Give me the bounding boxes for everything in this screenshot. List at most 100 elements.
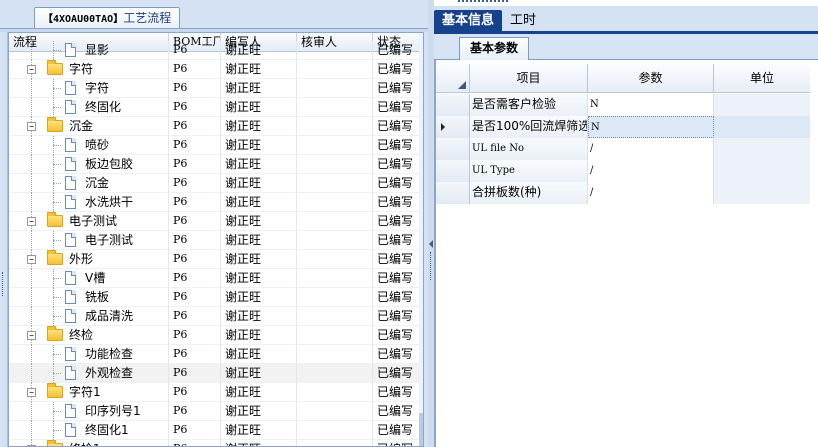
tree-row[interactable]: − 终检 P6 谢正旺 已编写 bbox=[9, 326, 419, 345]
tree-node[interactable]: 板边包胶 bbox=[9, 155, 169, 174]
tree-row[interactable]: 功能检查 P6 谢正旺 已编写 bbox=[9, 345, 419, 364]
tree-row[interactable]: 电子测试 P6 谢正旺 已编写 bbox=[9, 231, 419, 250]
writer-cell: 谢正旺 bbox=[221, 60, 297, 79]
parameter-unit-cell[interactable] bbox=[714, 94, 810, 116]
tree-node[interactable]: 字符 bbox=[9, 79, 169, 98]
tree-connector bbox=[53, 316, 61, 317]
tree-row[interactable]: 沉金 P6 谢正旺 已编写 bbox=[9, 174, 419, 193]
tree-node[interactable]: − 外形 bbox=[9, 250, 169, 269]
tree-row[interactable]: 板边包胶 P6 谢正旺 已编写 bbox=[9, 155, 419, 174]
bom-factory-cell: P6 bbox=[169, 269, 221, 288]
process-flow-tab[interactable]: 【4XOAU00TAO】工艺流程 bbox=[34, 7, 181, 29]
collapse-toggle-icon[interactable]: − bbox=[27, 122, 36, 131]
parameter-row[interactable]: 是否100%回流焊筛选 N bbox=[436, 116, 810, 138]
process-flow-panel: 【4XOAU00TAO】工艺流程 流程 BOM工厂 编写人 核审人 状态 显影 P… bbox=[0, 0, 428, 447]
left-splitter[interactable] bbox=[0, 32, 8, 447]
bom-factory-cell: P6 bbox=[169, 231, 221, 250]
tree-node[interactable]: −终检1 bbox=[9, 440, 169, 446]
tree-node[interactable]: 喷砂 bbox=[9, 136, 169, 155]
tree-row[interactable]: 成品清洗 P6 谢正旺 已编写 bbox=[9, 307, 419, 326]
parameter-row[interactable]: 合拼板数(种) / bbox=[436, 182, 810, 204]
tree-row[interactable]: − 沉金 P6 谢正旺 已编写 bbox=[9, 117, 419, 136]
tab-basic-info[interactable]: 基本信息 bbox=[434, 10, 503, 31]
column-header-item[interactable]: 项目 bbox=[470, 64, 588, 93]
tree-row[interactable]: 显影 P6 谢正旺 已编写 bbox=[9, 41, 419, 60]
grid-corner[interactable] bbox=[436, 64, 470, 93]
collapse-toggle-icon[interactable]: − bbox=[27, 217, 36, 226]
tree-row[interactable]: 终固化 P6 谢正旺 已编写 bbox=[9, 98, 419, 117]
tree-node[interactable]: − 终检 bbox=[9, 326, 169, 345]
writer-cell: 谢正旺 bbox=[221, 250, 297, 269]
tree-node[interactable]: − 电子测试 bbox=[9, 212, 169, 231]
tree-node[interactable]: 成品清洗 bbox=[9, 307, 169, 326]
tree-row[interactable]: 水洗烘干 P6 谢正旺 已编写 bbox=[9, 193, 419, 212]
parameter-value-cell[interactable]: N bbox=[588, 94, 714, 116]
document-icon bbox=[65, 43, 76, 57]
status-cell: 已编写 bbox=[377, 309, 414, 323]
parameter-value-cell[interactable]: N bbox=[588, 116, 714, 138]
collapse-toggle-icon[interactable]: − bbox=[27, 331, 36, 340]
parameter-row[interactable]: UL file No / bbox=[436, 138, 810, 160]
tree-node[interactable]: 电子测试 bbox=[9, 231, 169, 250]
parameter-unit-cell[interactable] bbox=[714, 138, 810, 160]
tree-row[interactable]: 印序列号1 P6 谢正旺 已编写 bbox=[9, 402, 419, 421]
tree-row[interactable]: 外观检查 P6 谢正旺 已编写 bbox=[9, 364, 419, 383]
row-indicator[interactable] bbox=[436, 116, 470, 138]
tree-node[interactable]: 沉金 bbox=[9, 174, 169, 193]
parameter-value-cell[interactable]: / bbox=[588, 182, 714, 204]
document-icon bbox=[65, 100, 76, 114]
tree-row[interactable]: 铣板 P6 谢正旺 已编写 bbox=[9, 288, 419, 307]
collapse-toggle-icon[interactable]: − bbox=[27, 388, 36, 397]
reviewer-cell bbox=[297, 136, 373, 155]
tree-node[interactable]: − 沉金 bbox=[9, 117, 169, 136]
tree-connector bbox=[53, 164, 61, 165]
row-indicator[interactable] bbox=[436, 138, 470, 160]
tree-node-label: 外观检查 bbox=[85, 366, 134, 380]
tree-row[interactable]: 终固化1 P6 谢正旺 已编写 bbox=[9, 421, 419, 440]
tree-node[interactable]: V槽 bbox=[9, 269, 169, 288]
parameter-value-cell[interactable]: / bbox=[588, 138, 714, 160]
parameter-unit-cell[interactable] bbox=[714, 160, 810, 182]
bom-factory-cell: P6 bbox=[169, 326, 221, 345]
tree-row[interactable]: 喷砂 P6 谢正旺 已编写 bbox=[9, 136, 419, 155]
reviewer-cell bbox=[297, 402, 373, 421]
tree-row[interactable]: V槽 P6 谢正旺 已编写 bbox=[9, 269, 419, 288]
document-icon bbox=[65, 347, 76, 361]
row-indicator[interactable] bbox=[436, 182, 470, 204]
parameter-row[interactable]: UL Type / bbox=[436, 160, 810, 182]
tree-row[interactable]: − 字符 P6 谢正旺 已编写 bbox=[9, 60, 419, 79]
column-header-unit[interactable]: 单位 bbox=[714, 64, 810, 93]
row-indicator[interactable] bbox=[436, 94, 470, 116]
tab-basic-parameters[interactable]: 基本参数 bbox=[459, 37, 530, 60]
tree-row[interactable]: − 外形 P6 谢正旺 已编写 bbox=[9, 250, 419, 269]
tree-node[interactable]: 外观检查 bbox=[9, 364, 169, 383]
tree-node[interactable]: 终固化1 bbox=[9, 421, 169, 440]
tree-connector bbox=[31, 364, 32, 383]
tree-row[interactable]: − 字符1 P6 谢正旺 已编写 bbox=[9, 383, 419, 402]
collapse-toggle-icon[interactable]: − bbox=[27, 65, 36, 74]
parameter-value-cell[interactable]: / bbox=[588, 160, 714, 182]
parameter-row[interactable]: 是否需客户检验 N bbox=[436, 94, 810, 116]
row-indicator[interactable] bbox=[436, 160, 470, 182]
tree-node[interactable]: 印序列号1 bbox=[9, 402, 169, 421]
tree-node[interactable]: 铣板 bbox=[9, 288, 169, 307]
scrollbar-thumb[interactable] bbox=[419, 413, 423, 446]
parameter-unit-cell[interactable] bbox=[714, 116, 810, 138]
tree-row[interactable]: 字符 P6 谢正旺 已编写 bbox=[9, 79, 419, 98]
vertical-scrollbar[interactable] bbox=[419, 33, 423, 446]
tree-node[interactable]: 水洗烘干 bbox=[9, 193, 169, 212]
tree-row[interactable]: − 电子测试 P6 谢正旺 已编写 bbox=[9, 212, 419, 231]
tab-work-hours[interactable]: 工时 bbox=[502, 10, 544, 31]
tree-row[interactable]: −终检1P6谢正旺 已编写 bbox=[9, 440, 419, 446]
tree-node[interactable]: 功能检查 bbox=[9, 345, 169, 364]
status-cell: 已编写 bbox=[377, 233, 414, 247]
tree-node[interactable]: 终固化 bbox=[9, 98, 169, 117]
tree-node[interactable]: 显影 bbox=[9, 41, 169, 60]
tree-node[interactable]: − 字符 bbox=[9, 60, 169, 79]
tree-node-label: 电子测试 bbox=[85, 233, 134, 247]
collapse-left-arrow-icon[interactable] bbox=[429, 240, 433, 248]
column-header-parameter[interactable]: 参数 bbox=[588, 64, 714, 93]
parameter-unit-cell[interactable] bbox=[714, 182, 810, 204]
collapse-toggle-icon[interactable]: − bbox=[27, 255, 36, 264]
tree-node[interactable]: − 字符1 bbox=[9, 383, 169, 402]
